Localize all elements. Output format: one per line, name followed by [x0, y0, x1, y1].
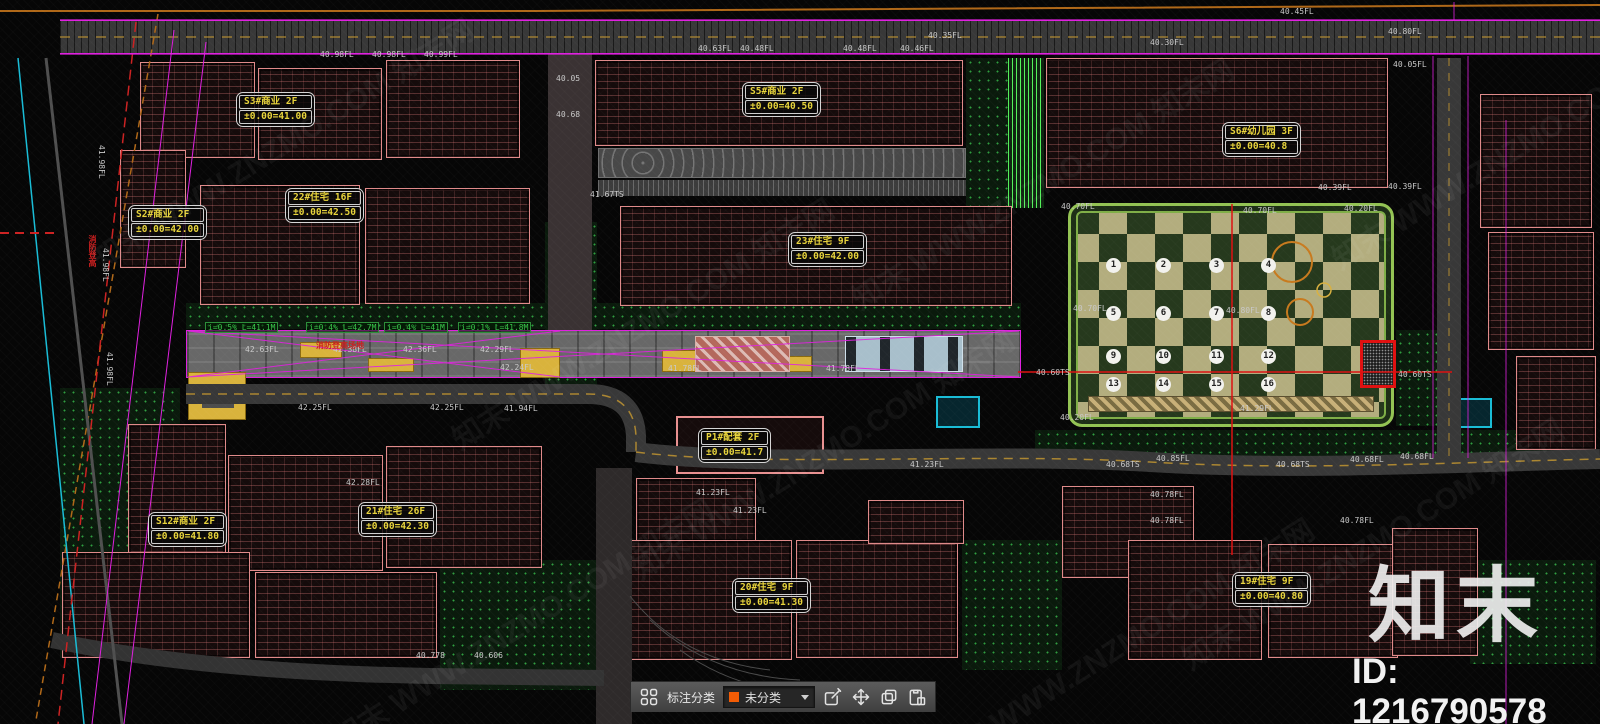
- fl-label: i=0.4% L=41M: [384, 322, 448, 333]
- fl-label: 42.25FL: [430, 403, 464, 412]
- category-label: 标注分类: [667, 690, 716, 705]
- fl-label: 40.05: [556, 74, 581, 83]
- fl-label: 40.98FL: [372, 50, 406, 59]
- fl-label: 41.98FL: [97, 145, 106, 179]
- fl-label: 40.60TS: [1036, 368, 1070, 377]
- building-tag: 21#住宅 26F ±0.00=42.30: [358, 502, 437, 537]
- fl-label: 40.606: [474, 651, 503, 660]
- building-tag: 19#住宅 9F ±0.00=40.80: [1232, 572, 1311, 607]
- fl-label: 42.24FL: [500, 363, 534, 372]
- fl-label: i=0.1% L=41.8M: [458, 322, 532, 333]
- building-tag: S3#商业 2F ±0.00=41.00: [236, 92, 315, 127]
- move-icon[interactable]: [851, 687, 871, 707]
- garden-point-marker: 10: [1156, 349, 1171, 364]
- building-tag: 22#住宅 16F ±0.00=42.50: [285, 188, 364, 223]
- fl-label: 40.39FL: [1318, 183, 1352, 192]
- fl-label: i=0.5% L=41.1M: [205, 322, 279, 333]
- fl-label: 40.35FL: [928, 31, 962, 40]
- fl-label: 40.70FL: [1061, 202, 1095, 211]
- garden-point-marker: 7: [1209, 306, 1224, 321]
- building-tag: S6#幼儿园 3F ±0.00=40.8: [1222, 122, 1301, 157]
- fl-label: 41.23FL: [733, 506, 767, 515]
- fl-label: 40.98FL: [320, 50, 354, 59]
- garden-point-marker: 14: [1156, 377, 1171, 392]
- garden-point-marker: 2: [1156, 258, 1171, 273]
- chevron-down-icon: [801, 694, 809, 700]
- building-tag: S2#商业 2F ±0.00=42.00: [128, 205, 207, 240]
- copy-icon[interactable]: [879, 687, 899, 707]
- fl-label: 40.45FL: [1280, 7, 1314, 16]
- fl-label: 40.99FL: [424, 50, 458, 59]
- building-tag: S12#商业 2F ±0.00=41.80: [148, 512, 227, 547]
- fl-label: 40.60TS: [1398, 370, 1432, 379]
- fl-label: 40.85FL: [1156, 454, 1190, 463]
- building-tag: 23#住宅 9F ±0.00=42.00: [788, 232, 867, 267]
- fl-label: 40.20FL: [1060, 413, 1094, 422]
- fl-label: 40.39FL: [1388, 182, 1422, 191]
- fl-label: 40.48FL: [843, 44, 877, 53]
- fl-label: 40.78FL: [1150, 490, 1184, 499]
- category-color-swatch: [729, 692, 740, 702]
- garden-point-marker: 1: [1106, 258, 1121, 273]
- fl-label: 40.70FL: [1073, 304, 1107, 313]
- fl-label: 40.68: [556, 110, 581, 119]
- fl-label: 42.28FL: [346, 478, 380, 487]
- garden-point-marker: 13: [1106, 377, 1121, 392]
- fl-label: 42.63FL: [245, 345, 279, 354]
- fl-label: 42.25FL: [298, 403, 332, 412]
- fl-label: 40.05FL: [1393, 60, 1427, 69]
- fl-label: 40.30FL: [1150, 38, 1184, 47]
- fl-label: 40.80FL: [1388, 27, 1422, 36]
- garden-point-marker: 11: [1209, 349, 1224, 364]
- fl-label: 40.78FL: [1150, 516, 1184, 525]
- building-tag: P1#配套 2F ±0.00=41.7: [698, 428, 772, 463]
- fl-label: 40.778: [416, 651, 445, 660]
- fl-label: i=0.4% L=42.7M: [306, 322, 380, 333]
- category-dropdown-value: 未分类: [745, 690, 782, 705]
- fl-label: 41.23FL: [910, 460, 944, 469]
- cad-canvas[interactable]: 40.98FL 40.98FL 40.99FL 40.05 40.68 40.63FL 40…: [0, 0, 1600, 724]
- fl-label: 40.63FL: [698, 44, 732, 53]
- fl-label: 40.78FL: [1340, 516, 1374, 525]
- garden-point-marker: 6: [1156, 306, 1171, 321]
- fl-label: 41.94FL: [504, 404, 538, 413]
- fl-label: 42.36FL: [403, 345, 437, 354]
- garden-point-marker: 5: [1106, 306, 1121, 321]
- fl-label: 消防登高场地: [316, 341, 364, 350]
- garden-point-marker: 12: [1261, 349, 1276, 364]
- fl-label: 40.46FL: [900, 44, 934, 53]
- category-dropdown[interactable]: 未分类: [723, 686, 815, 708]
- fl-label: 41.78FL: [668, 364, 702, 373]
- fl-label: 41.67TS: [590, 190, 624, 199]
- fl-label: 41.29FL: [1240, 404, 1274, 413]
- garden-point-marker: 3: [1209, 258, 1224, 273]
- garden-point-marker: 16: [1261, 377, 1276, 392]
- building-tag: S5#商业 2F ±0.00=40.50: [742, 82, 821, 117]
- annotation-toolbar: 标注分类 未分类: [630, 681, 936, 712]
- fl-label: 消防登高: [88, 235, 97, 267]
- fl-label: 40.68TS: [1106, 460, 1140, 469]
- fl-label: 41.23FL: [696, 488, 730, 497]
- fl-label: 40.68FL: [1400, 452, 1434, 461]
- grid-icon[interactable]: [639, 687, 659, 707]
- paste-icon[interactable]: [907, 687, 927, 707]
- fl-label: 40.20FL: [1344, 204, 1378, 213]
- fl-label: 40.80FL: [1226, 306, 1260, 315]
- garden-point-marker: 8: [1261, 306, 1276, 321]
- edit-icon[interactable]: [823, 687, 843, 707]
- garden-point-marker: 15: [1209, 377, 1224, 392]
- fl-label: 41.98FL: [101, 248, 110, 282]
- garden-point-marker: 4: [1261, 258, 1276, 273]
- fl-label: 40.68TS: [1276, 460, 1310, 469]
- fl-label: 40.48FL: [740, 44, 774, 53]
- garden-point-marker: 9: [1106, 349, 1121, 364]
- fl-label: 41.78FL: [826, 364, 860, 373]
- fl-label: 40.70FL: [1243, 206, 1277, 215]
- building-tag: 20#住宅 9F ±0.00=41.30: [732, 578, 811, 613]
- annotation-layer: 40.98FL 40.98FL 40.99FL 40.05 40.68 40.63FL 40…: [0, 0, 1600, 724]
- fl-label: 42.29FL: [480, 345, 514, 354]
- fl-label: 41.98FL: [105, 352, 114, 386]
- fl-label: 40.68FL: [1350, 455, 1384, 464]
